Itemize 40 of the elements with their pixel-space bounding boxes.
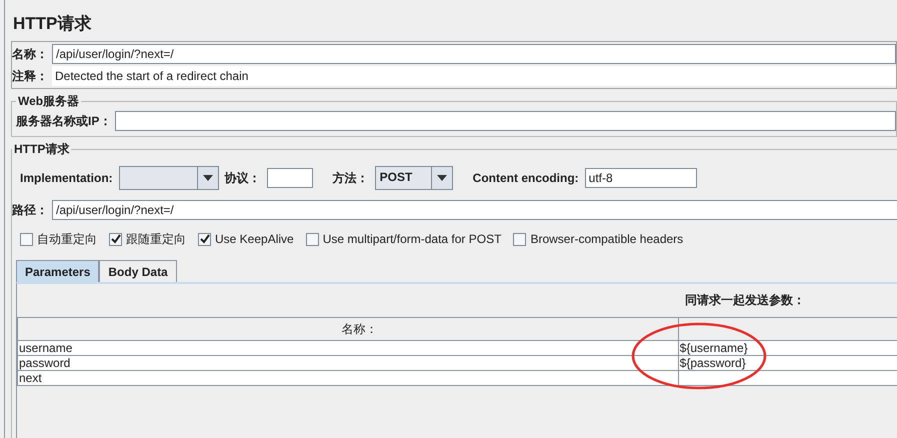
table-cell: next bbox=[18, 370, 678, 386]
tab[interactable]: Body Data bbox=[99, 260, 177, 282]
field-label: 服务器名称或IP： bbox=[16, 112, 112, 130]
caret-icon bbox=[436, 175, 447, 181]
name-field[interactable]: /api/user/login/?next=/ bbox=[52, 44, 896, 64]
checkbox[interactable] bbox=[198, 232, 211, 246]
field-label: 协议： bbox=[224, 170, 261, 186]
section-legend: HTTP请求 bbox=[12, 141, 72, 158]
column-header: 名称： bbox=[18, 318, 678, 340]
field-label: 路径： bbox=[12, 202, 48, 218]
table-cell: ${username} bbox=[680, 341, 748, 355]
field-label: Implementation: bbox=[20, 171, 113, 185]
implementation-dropdown[interactable] bbox=[118, 166, 219, 190]
tab[interactable]: Parameters bbox=[16, 260, 100, 282]
server-field[interactable] bbox=[115, 111, 896, 131]
checkbox-label: Use KeepAlive bbox=[215, 232, 294, 246]
table-caption: 同请求一起发送参数： bbox=[684, 292, 806, 309]
path-field[interactable]: /api/user/login/?next=/ bbox=[52, 200, 897, 220]
checkbox-label: 自动重定向 bbox=[37, 230, 97, 248]
checkbox[interactable] bbox=[109, 232, 122, 246]
panel-title: HTTP请求 bbox=[12, 13, 92, 35]
field-label: 方法： bbox=[332, 170, 369, 186]
encoding-field[interactable]: utf-8 bbox=[584, 168, 697, 188]
checkbox-label: Browser-compatible headers bbox=[530, 232, 684, 246]
field-label: 名称： bbox=[12, 46, 48, 62]
field-label: Content encoding: bbox=[472, 171, 579, 185]
caret-icon bbox=[202, 175, 213, 181]
checkbox[interactable] bbox=[306, 232, 319, 246]
section-legend: Web服务器 bbox=[16, 93, 82, 110]
table-cell: username bbox=[18, 340, 678, 356]
checkbox[interactable] bbox=[20, 232, 33, 246]
method-dropdown[interactable]: POST bbox=[374, 166, 453, 190]
checkbox[interactable] bbox=[513, 232, 526, 246]
checkbox-label: Use multipart/form-data for POST bbox=[322, 232, 502, 246]
table-cell: ${password} bbox=[680, 356, 746, 370]
comment-field[interactable]: Detected the start of a redirect chain bbox=[52, 66, 896, 86]
field-label: 注释： bbox=[12, 68, 48, 84]
table-cell: password bbox=[18, 356, 678, 370]
protocol-field[interactable] bbox=[266, 168, 313, 188]
checkbox-label: 跟随重定向 bbox=[126, 230, 186, 248]
